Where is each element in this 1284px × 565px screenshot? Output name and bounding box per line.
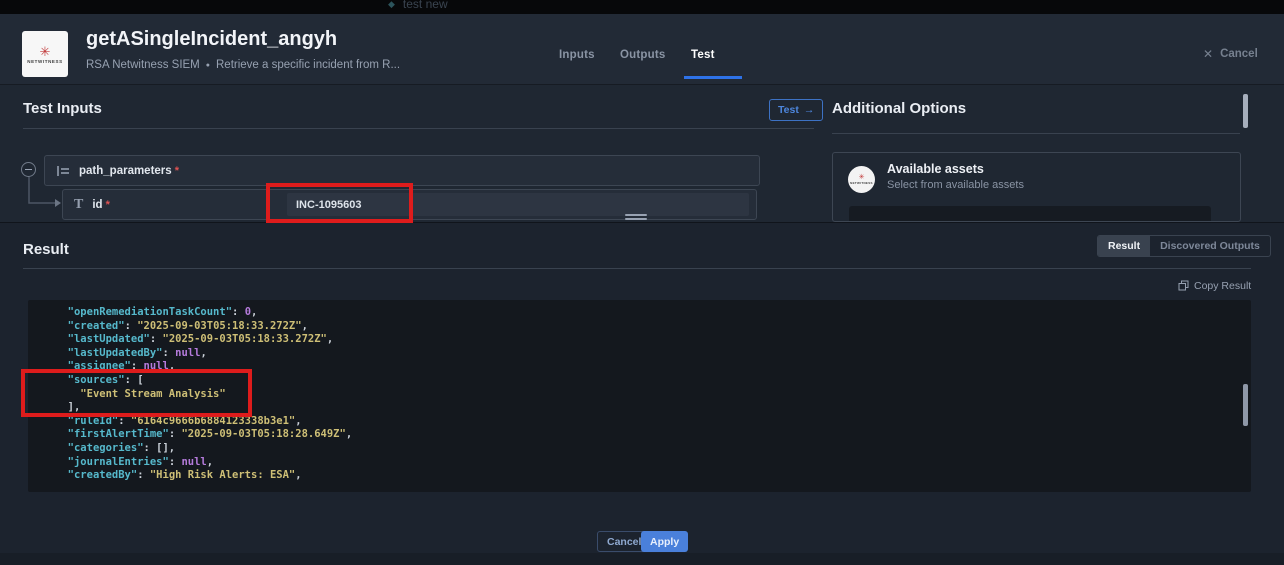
arrow-right-icon: → (804, 104, 815, 116)
page-title: getASingleIncident_angyh (86, 28, 337, 51)
minus-icon (25, 169, 32, 171)
bullet-icon: ● (206, 62, 210, 69)
available-assets-title: Available assets (887, 162, 984, 176)
field-row-path-parameters[interactable]: path_parameters * (44, 155, 760, 186)
run-test-label: Test (778, 104, 799, 116)
active-tab-underline (684, 76, 742, 79)
object-type-icon (56, 165, 70, 177)
additional-options-heading: Additional Options (832, 100, 966, 117)
scrollbar-thumb[interactable] (1243, 384, 1248, 426)
divider (832, 133, 1240, 134)
id-label: id (92, 199, 102, 211)
required-marker: * (175, 165, 179, 177)
test-inputs-section: Test Inputs Test → path_parameters * T i… (0, 85, 1284, 222)
tab-test[interactable]: Test (691, 49, 715, 61)
available-assets-subtitle: Select from available assets (887, 179, 1024, 191)
test-inputs-heading: Test Inputs (23, 100, 102, 117)
action-description: Retrieve a specific incident from R... (216, 59, 400, 71)
modal-header: ✳ NETWITNESS getASingleIncident_angyh RS… (0, 14, 1284, 85)
netwitness-logo-icon: ✳ (40, 45, 51, 58)
close-icon: ✕ (1203, 47, 1213, 61)
diamond-icon: ◆ (388, 0, 395, 10)
netwitness-logo-icon: ✳ (859, 174, 865, 181)
netwitness-logo-text: NETWITNESS (850, 181, 873, 185)
netwitness-logo: ✳ NETWITNESS (22, 31, 68, 77)
run-test-button[interactable]: Test → (769, 99, 823, 121)
result-toggle-group: Result Discovered Outputs (1097, 235, 1271, 257)
text-type-icon: T (74, 197, 83, 213)
panel-resize-handle[interactable] (625, 214, 647, 220)
available-assets-card[interactable]: ✳ NETWITNESS Available assets Select fro… (832, 152, 1241, 222)
asset-avatar: ✳ NETWITNESS (848, 166, 875, 193)
footer-apply-button[interactable]: Apply (641, 531, 688, 552)
page-subtitle: RSA Netwitness SIEM ● Retrieve a specifi… (86, 59, 400, 71)
divider (23, 128, 814, 129)
id-value-input[interactable]: INC-1095603 (287, 193, 749, 216)
netwitness-logo-text: NETWITNESS (27, 59, 63, 64)
toggle-discovered-outputs[interactable]: Discovered Outputs (1150, 236, 1270, 256)
copy-result-button[interactable]: Copy Result (1178, 280, 1251, 292)
required-marker: * (106, 199, 110, 211)
header-cancel-label: Cancel (1220, 48, 1258, 60)
collapse-node-button[interactable] (21, 162, 36, 177)
copy-icon (1178, 280, 1189, 292)
asset-select-input[interactable] (849, 206, 1211, 222)
breadcrumb: ◆ test new (388, 0, 448, 11)
result-heading: Result (23, 241, 69, 258)
background-top-bar: ◆ test new (0, 0, 1284, 14)
tab-inputs[interactable]: Inputs (559, 49, 595, 61)
divider (23, 268, 1251, 269)
breadcrumb-label: test new (403, 0, 448, 11)
app-name: RSA Netwitness SIEM (86, 59, 200, 71)
background-bottom-strip (0, 553, 1284, 565)
result-json[interactable]: "openRemediationTaskCount": 0, "created"… (28, 300, 1251, 492)
toggle-result[interactable]: Result (1098, 236, 1150, 256)
copy-result-label: Copy Result (1194, 280, 1251, 292)
header-cancel-button[interactable]: ✕ Cancel (1203, 47, 1258, 61)
tab-outputs[interactable]: Outputs (620, 49, 665, 61)
result-section: Result Result Discovered Outputs Copy Re… (0, 222, 1284, 565)
path-parameters-label: path_parameters (79, 165, 172, 177)
scrollbar-thumb[interactable] (1243, 94, 1248, 128)
